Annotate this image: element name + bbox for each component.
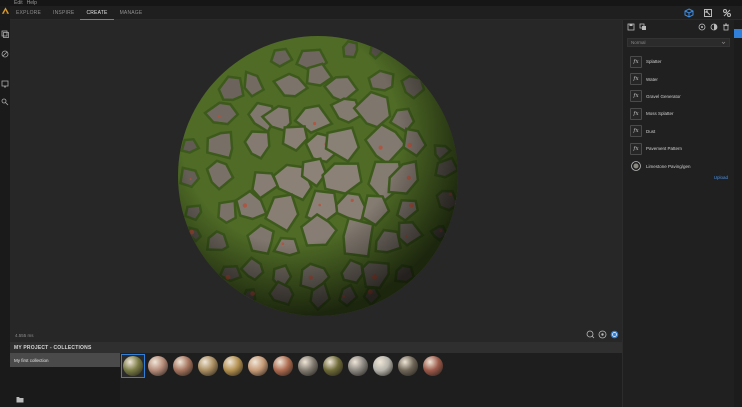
export-icon[interactable] [1, 80, 9, 88]
material-thumbnails [121, 354, 444, 378]
zoom-icon[interactable] [586, 330, 595, 339]
effect-label: Water [646, 76, 658, 82]
material-ball [423, 356, 443, 376]
tab-explore[interactable]: EXPLORE [10, 6, 47, 20]
material-thumbnail-grey-gravel[interactable] [297, 355, 319, 377]
material-ball [273, 356, 293, 376]
app-logo-icon [1, 7, 10, 14]
material-ball [298, 356, 318, 376]
far-right-toolbar [734, 20, 742, 407]
collections-header: MY PROJECT - COLLECTIONS [10, 342, 622, 353]
material-thumbnail-rust-concrete[interactable] [272, 355, 294, 377]
split-view-icon[interactable] [722, 8, 732, 18]
render-icon[interactable] [698, 23, 706, 31]
fx-icon: fx [630, 142, 642, 155]
expand-icon[interactable] [703, 8, 713, 18]
main-nav: EXPLORE INSPIRE CREATE MANAGE [10, 6, 742, 20]
material-ball [148, 356, 168, 376]
chevron-down-icon [721, 41, 726, 44]
tab-manage[interactable]: MANAGE [114, 6, 149, 20]
fx-icon: fx [630, 55, 642, 68]
contrast-icon[interactable] [710, 23, 718, 31]
material-ball [373, 356, 393, 376]
add-folder-icon[interactable] [16, 396, 24, 403]
material-thumbnail-peach-stucco[interactable] [247, 355, 269, 377]
effect-label: Splatter [646, 59, 662, 65]
material-ball [123, 356, 143, 376]
material-thumbnail-moss-ground[interactable] [322, 355, 344, 377]
material-ball [223, 356, 243, 376]
effect-item-gravel-generator[interactable]: fx Gravel Generator [623, 88, 734, 105]
left-toolbar [0, 20, 10, 407]
material-thumbnail-dark-cobble[interactable] [397, 355, 419, 377]
collections-list: My first collection [10, 353, 120, 407]
layers-stack-icon[interactable] [639, 23, 647, 31]
material-thumbnail-terracotta-clay[interactable] [172, 355, 194, 377]
effect-item-pavement-pattern[interactable]: fx Pavement Pattern [623, 140, 734, 157]
share-icon[interactable] [1, 98, 9, 106]
material-ball [198, 356, 218, 376]
render-time-label: 4.555 ms [15, 333, 34, 338]
effect-label: Dust [646, 128, 656, 134]
effects-panel: Normal fx Splatter fx Water fx Gravel Ge… [622, 20, 734, 407]
fx-icon: fx [630, 107, 642, 120]
tab-create[interactable]: CREATE [80, 6, 114, 20]
tab-inspire[interactable]: INSPIRE [47, 6, 80, 20]
effect-label: Gravel Generator [646, 93, 681, 99]
effect-item-dust[interactable]: fx Dust [623, 123, 734, 140]
blend-mode-dropdown[interactable]: Normal [627, 38, 730, 47]
material-ball [173, 356, 193, 376]
fx-icon: fx [630, 125, 642, 138]
material-ball [398, 356, 418, 376]
upload-link[interactable]: Upload [714, 175, 728, 180]
cube-view-icon[interactable] [684, 8, 694, 18]
trash-icon[interactable] [722, 23, 730, 31]
material-thumbnail-mossy-stone[interactable] [121, 354, 145, 378]
material-thumbnail-granite[interactable] [347, 355, 369, 377]
effect-label: Moss Splatter [646, 111, 674, 117]
material-thumbnail-red-brick[interactable] [422, 355, 444, 377]
effect-label: Pavement Pattern [646, 146, 683, 152]
save-icon[interactable] [627, 23, 635, 31]
effect-item-limestone-paving[interactable]: Limestone Paving/gen [623, 157, 734, 174]
material-icon [631, 161, 641, 171]
effect-label: Limestone Paving/gen [646, 163, 691, 169]
collections-area: My first collection [10, 353, 622, 407]
material-thumbnail-ochre-plaster[interactable] [222, 355, 244, 377]
effect-item-splatter[interactable]: fx Splatter [623, 53, 734, 70]
material-ball [348, 356, 368, 376]
material-thumbnail-rose-clay[interactable] [147, 355, 169, 377]
material-thumbnail-white-marble[interactable] [372, 355, 394, 377]
fx-icon: fx [630, 90, 642, 103]
effect-item-water[interactable]: fx Water [623, 70, 734, 87]
material-preview-sphere[interactable] [176, 34, 460, 318]
material-thumbnail-sandstone[interactable] [197, 355, 219, 377]
material-viewport[interactable]: 4.555 ms [10, 20, 622, 342]
effect-item-moss-splatter[interactable]: fx Moss Splatter [623, 105, 734, 122]
collection-item[interactable]: My first collection [10, 353, 120, 367]
material-ball [248, 356, 268, 376]
layers-icon[interactable] [1, 30, 9, 38]
camera-settings-icon[interactable] [598, 330, 607, 339]
paint-icon[interactable] [1, 50, 9, 58]
environment-icon[interactable] [610, 330, 619, 339]
panel-toggle-button[interactable] [734, 29, 742, 38]
material-ball [323, 356, 343, 376]
blend-mode-value: Normal [631, 40, 646, 45]
fx-icon: fx [630, 73, 642, 86]
